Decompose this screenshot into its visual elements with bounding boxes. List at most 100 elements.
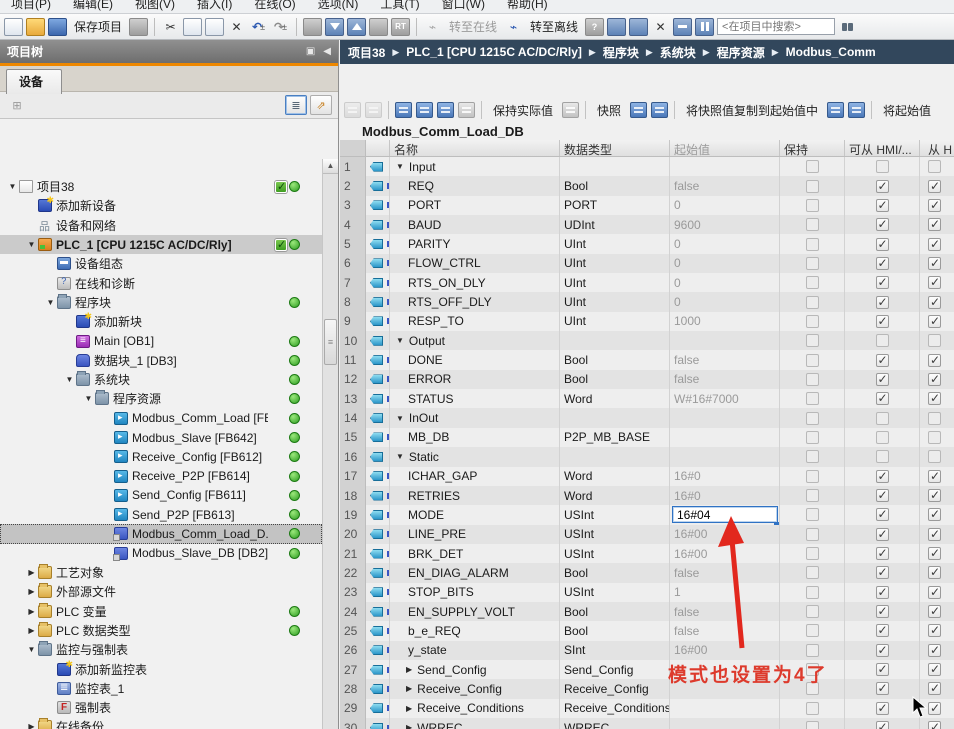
go-offline-button[interactable]: 转至离线 <box>526 18 582 35</box>
retain-checkbox[interactable] <box>806 276 819 289</box>
data-type-cell[interactable]: USInt <box>560 525 670 544</box>
editor-tool-icon[interactable] <box>630 102 647 118</box>
hmi-writable-checkbox[interactable] <box>928 334 941 347</box>
expand-arrow-icon[interactable]: ▶ <box>25 568 38 577</box>
start-value-cell[interactable]: false <box>670 176 780 195</box>
name-cell[interactable]: RETRIES <box>390 486 560 505</box>
hmi-writable-checkbox[interactable] <box>928 315 941 328</box>
editor-tool-icon[interactable] <box>437 102 454 118</box>
table-row[interactable]: 25b_e_REQBoolfalse <box>340 621 954 640</box>
table-row[interactable]: 6FLOW_CTRLUInt0 <box>340 254 954 273</box>
retain-checkbox[interactable] <box>806 431 819 444</box>
close-x-icon[interactable]: ✕ <box>651 18 670 36</box>
start-value-cell[interactable] <box>670 331 780 350</box>
start-value-cell[interactable]: false <box>670 350 780 369</box>
retain-checkbox[interactable] <box>806 586 819 599</box>
start-value-cell[interactable]: W#16#7000 <box>670 389 780 408</box>
hmi-accessible-checkbox[interactable] <box>876 334 889 347</box>
name-cell[interactable]: MB_DB <box>390 428 560 447</box>
hmi-writable-checkbox[interactable] <box>928 160 941 173</box>
table-row[interactable]: 10▼Output <box>340 331 954 350</box>
hmi-accessible-checkbox[interactable] <box>876 257 889 270</box>
name-cell[interactable]: DONE <box>390 350 560 369</box>
start-value-cell[interactable]: false <box>670 621 780 640</box>
name-cell[interactable]: ICHAR_GAP <box>390 467 560 486</box>
data-type-cell[interactable]: USInt <box>560 544 670 563</box>
breadcrumb-item[interactable]: Modbus_Comm <box>786 45 876 59</box>
data-type-cell[interactable]: SInt <box>560 641 670 660</box>
search-binoculars-icon[interactable] <box>838 18 857 36</box>
menu-item[interactable]: 编辑(E) <box>62 0 124 14</box>
retain-checkbox[interactable] <box>806 508 819 521</box>
retain-checkbox[interactable] <box>806 238 819 251</box>
save-project-button[interactable]: 保存项目 <box>70 18 126 35</box>
menu-item[interactable]: 选项(N) <box>307 0 370 14</box>
retain-checkbox[interactable] <box>806 450 819 463</box>
start-value-cell[interactable]: false <box>670 370 780 389</box>
save-project-icon[interactable] <box>48 18 67 36</box>
menu-item[interactable]: 工具(T) <box>369 0 430 14</box>
start-cpu-icon[interactable] <box>369 18 388 36</box>
tree-item[interactable]: 数据块_1 [DB3] <box>0 351 322 370</box>
breadcrumb-item[interactable]: 程序块 <box>603 44 639 61</box>
table-row[interactable]: 26y_stateSInt16#00 <box>340 641 954 660</box>
tree-item[interactable]: 添加新设备 <box>0 196 322 215</box>
retain-checkbox[interactable] <box>806 412 819 425</box>
editor-tool-button[interactable]: 保持实际值 <box>488 102 558 119</box>
expand-arrow-icon[interactable]: ▶ <box>25 587 38 596</box>
tree-item[interactable]: 强制表 <box>0 698 322 717</box>
hmi-accessible-checkbox[interactable] <box>876 605 889 618</box>
tree-item[interactable]: Modbus_Comm_Load [FB.. <box>0 409 322 428</box>
start-value-cell[interactable]: 0 <box>670 196 780 215</box>
hmi-writable-checkbox[interactable] <box>928 547 941 560</box>
name-cell[interactable]: ▶Receive_Config <box>390 679 560 698</box>
name-cell[interactable]: RTS_OFF_DLY <box>390 292 560 311</box>
retain-checkbox[interactable] <box>806 547 819 560</box>
hmi-writable-checkbox[interactable] <box>928 373 941 386</box>
tree-item[interactable]: 在线和诊断 <box>0 273 322 292</box>
tree-item[interactable]: ▼PLC_1 [CPU 1215C AC/DC/Rly] <box>0 235 322 254</box>
tree-scrollbar[interactable]: ▲ ≡ <box>322 159 338 729</box>
tree-item[interactable]: 设备和网络 <box>0 216 322 235</box>
start-value-cell[interactable]: 16#0 <box>670 467 780 486</box>
pin-panel-icon[interactable]: ▣ <box>306 46 315 57</box>
breadcrumb-item[interactable]: 项目38 <box>348 44 385 61</box>
expand-arrow-icon[interactable]: ▶ <box>25 722 38 729</box>
data-type-cell[interactable]: UDInt <box>560 215 670 234</box>
tree-item[interactable]: Modbus_Slave [FB642] <box>0 428 322 447</box>
data-type-cell[interactable] <box>560 157 670 176</box>
table-row[interactable]: 22EN_DIAG_ALARMBoolfalse <box>340 563 954 582</box>
name-cell[interactable]: PARITY <box>390 234 560 253</box>
hmi-writable-checkbox[interactable] <box>928 296 941 309</box>
hmi-writable-checkbox[interactable] <box>928 180 941 193</box>
retain-checkbox[interactable] <box>806 334 819 347</box>
data-type-cell[interactable]: Bool <box>560 176 670 195</box>
tree-item[interactable]: ▶PLC 变量 <box>0 602 322 621</box>
hmi-accessible-checkbox[interactable] <box>876 547 889 560</box>
retain-checkbox[interactable] <box>806 180 819 193</box>
data-type-cell[interactable]: UInt <box>560 312 670 331</box>
table-row[interactable]: 9RESP_TOUInt1000 <box>340 312 954 331</box>
paste-icon[interactable] <box>205 18 224 36</box>
retain-checkbox[interactable] <box>806 644 819 657</box>
start-value-cell[interactable]: false <box>670 563 780 582</box>
column-header[interactable]: 保持 <box>780 140 845 156</box>
hmi-writable-checkbox[interactable] <box>928 702 941 715</box>
table-row[interactable]: 7RTS_ON_DLYUInt0 <box>340 273 954 292</box>
expand-arrow-icon[interactable]: ▼ <box>25 645 38 654</box>
scroll-handle[interactable]: ≡ <box>324 319 337 365</box>
hmi-accessible-checkbox[interactable] <box>876 315 889 328</box>
hmi-accessible-checkbox[interactable] <box>876 508 889 521</box>
name-cell[interactable]: ERROR <box>390 370 560 389</box>
tree-item[interactable]: Modbus_Slave_DB [DB2] <box>0 544 322 563</box>
retain-checkbox[interactable] <box>806 702 819 715</box>
hmi-accessible-checkbox[interactable] <box>876 489 889 502</box>
hmi-accessible-checkbox[interactable] <box>876 238 889 251</box>
table-row[interactable]: 15MB_DBP2P_MB_BASE <box>340 428 954 447</box>
data-type-cell[interactable]: Bool <box>560 563 670 582</box>
retain-checkbox[interactable] <box>806 624 819 637</box>
hmi-writable-checkbox[interactable] <box>928 276 941 289</box>
data-type-cell[interactable]: Bool <box>560 602 670 621</box>
start-value-cell[interactable]: 16#0 <box>670 486 780 505</box>
start-value-cell[interactable]: 0 <box>670 254 780 273</box>
